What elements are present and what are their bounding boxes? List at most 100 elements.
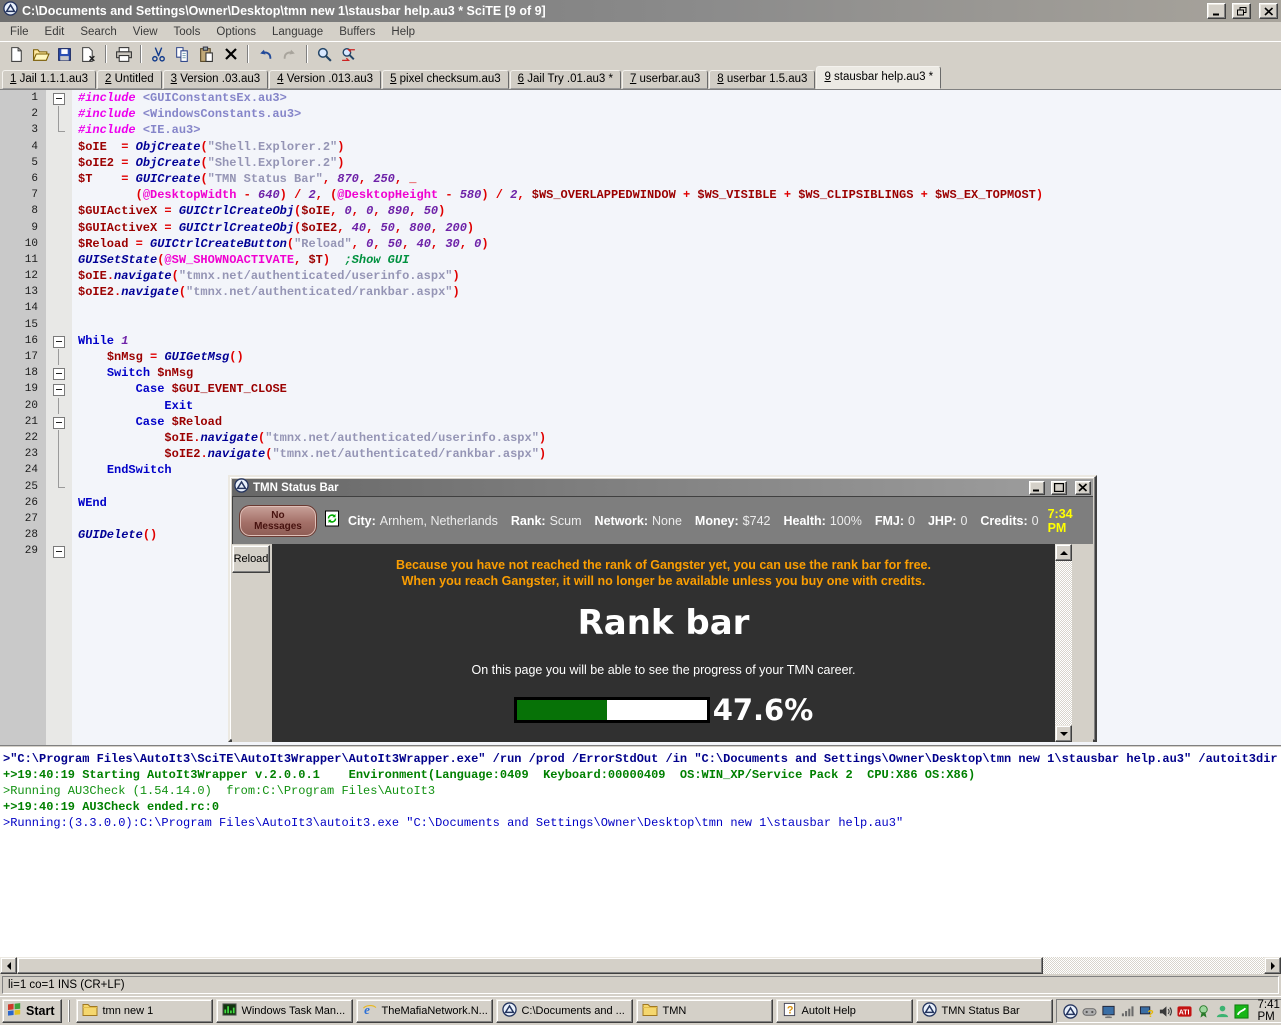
close-file-icon[interactable]	[77, 43, 100, 65]
tab-6[interactable]: 6 Jail Try .01.au3 *	[510, 70, 621, 89]
tab-4[interactable]: 4 Version .013.au3	[269, 70, 381, 89]
fold-toggle[interactable]	[46, 365, 72, 381]
menu-language[interactable]: Language	[264, 24, 331, 40]
user-tray-icon[interactable]	[1215, 1004, 1230, 1019]
certificate-tray-icon[interactable]	[1196, 1004, 1211, 1019]
output-pane[interactable]: >"C:\Program Files\AutoIt3\SciTE\AutoIt3…	[0, 748, 1281, 957]
open-file-icon[interactable]	[29, 43, 52, 65]
line-number: 2	[0, 106, 46, 122]
copy-icon[interactable]	[171, 43, 194, 65]
code-line: 2 #include <WindowsConstants.au3>	[0, 106, 1281, 122]
fold-toggle[interactable]	[46, 414, 72, 430]
fold-toggle[interactable]	[46, 381, 72, 397]
scroll-left-button[interactable]	[0, 957, 17, 974]
taskbar-grip[interactable]	[68, 1000, 70, 1022]
task-button-tmn-new-1[interactable]: tmn new 1	[76, 999, 213, 1023]
restore-button[interactable]	[1232, 3, 1251, 19]
save-file-icon[interactable]	[53, 43, 76, 65]
toolbar	[0, 41, 1281, 66]
scroll-up-button[interactable]	[1055, 544, 1072, 561]
task-button-autoit-help[interactable]: ?AutoIt Help	[776, 999, 913, 1023]
close-button[interactable]	[1259, 3, 1278, 19]
cut-icon[interactable]	[147, 43, 170, 65]
tab-8[interactable]: 8 userbar 1.5.au3	[709, 70, 815, 89]
menu-tools[interactable]: Tools	[166, 24, 209, 40]
output-line: +>19:40:19 Starting AutoIt3Wrapper v.2.0…	[3, 767, 1278, 783]
windows-flag-icon	[7, 1002, 22, 1020]
refresh-page-icon[interactable]	[325, 510, 339, 532]
line-number: 20	[0, 398, 46, 414]
fold-margin	[46, 398, 72, 414]
caret-position-status: li=1 co=1 INS (CR+LF)	[2, 976, 1279, 994]
network-warning-tray-icon[interactable]: ?	[1139, 1004, 1154, 1019]
gamepad-tray-icon[interactable]	[1082, 1004, 1097, 1019]
tab-5[interactable]: 5 pixel checksum.au3	[382, 70, 509, 89]
tab-7[interactable]: 7 userbar.au3	[622, 70, 708, 89]
scroll-down-button[interactable]	[1055, 725, 1072, 742]
code-line: 8$GUIActiveX = GUICtrlCreateObj($oIE, 0,…	[0, 203, 1281, 219]
fold-toggle[interactable]	[46, 90, 72, 106]
task-button-tmn-status-bar[interactable]: TMN Status Bar	[916, 999, 1053, 1023]
menu-options[interactable]: Options	[208, 24, 264, 40]
toolbar-separator	[306, 45, 308, 63]
new-file-icon[interactable]	[5, 43, 28, 65]
no-messages-button[interactable]: No Messages	[240, 506, 316, 536]
menu-edit[interactable]: Edit	[37, 24, 73, 40]
find-icon[interactable]	[313, 43, 336, 65]
scrollbar-track[interactable]	[1055, 561, 1072, 725]
tab-9[interactable]: 9 stausbar help.au3 *	[816, 66, 941, 89]
ati-tray-icon[interactable]: ATI	[1177, 1004, 1192, 1019]
menu-search[interactable]: Search	[72, 24, 124, 40]
tab-2[interactable]: 2 Untitled	[97, 70, 162, 89]
scrollbar-track[interactable]	[1043, 957, 1264, 974]
menu-view[interactable]: View	[125, 24, 166, 40]
line-number: 29	[0, 543, 46, 559]
scrollbar-thumb[interactable]	[17, 957, 1043, 974]
horizontal-scrollbar[interactable]	[0, 957, 1281, 974]
line-number: 14	[0, 300, 46, 316]
minimize-button[interactable]	[1207, 3, 1226, 19]
reload-button[interactable]: Reload	[232, 545, 270, 573]
code-line: 18 Switch $nMsg	[0, 365, 1281, 381]
task-button-windows-task-man-[interactable]: Windows Task Man...	[216, 999, 353, 1023]
task-button-tmn[interactable]: TMN	[636, 999, 773, 1023]
tab-3[interactable]: 3 Version .03.au3	[163, 70, 269, 89]
code-text: #include <WindowsConstants.au3>	[72, 106, 301, 122]
stat-health: Health:100%	[783, 514, 861, 528]
fold-toggle[interactable]	[46, 333, 72, 349]
rankbar-browser-view: Because you have not reached the rank of…	[272, 544, 1072, 742]
volume-tray-icon[interactable]	[1158, 1004, 1173, 1019]
fold-toggle[interactable]	[46, 543, 72, 559]
task-button-themafianetwork-n-[interactable]: eTheMafiaNetwork.N...	[356, 999, 493, 1023]
line-number: 22	[0, 430, 46, 446]
tab-1[interactable]: 1 Jail 1.1.1.au3	[2, 70, 96, 89]
menu-help[interactable]: Help	[383, 24, 423, 40]
signal-tray-icon[interactable]	[1120, 1004, 1135, 1019]
autoit-icon	[234, 478, 249, 498]
rankbar-vertical-scrollbar[interactable]	[1055, 544, 1072, 742]
menu-buffers[interactable]: Buffers	[331, 24, 383, 40]
wireless-tray-icon[interactable]	[1234, 1004, 1249, 1019]
task-button-c-documents-and-[interactable]: C:\Documents and ...	[496, 999, 633, 1023]
start-button[interactable]: Start	[2, 999, 62, 1023]
line-number: 5	[0, 155, 46, 171]
tmn-close-button[interactable]	[1075, 481, 1091, 495]
scroll-right-button[interactable]	[1264, 957, 1281, 974]
delete-icon[interactable]	[219, 43, 242, 65]
tmn-stats-row: City:Arnhem, NetherlandsRank:ScumNetwork…	[348, 514, 1039, 528]
tmn-minimize-button[interactable]	[1029, 481, 1045, 495]
paste-icon[interactable]	[195, 43, 218, 65]
replace-icon[interactable]	[337, 43, 360, 65]
tmn-right-filler	[1072, 544, 1093, 742]
autoit-tray-icon[interactable]	[1063, 1004, 1078, 1019]
undo-icon[interactable]	[254, 43, 277, 65]
redo-icon[interactable]	[278, 43, 301, 65]
tmn-titlebar[interactable]: TMN Status Bar	[232, 479, 1093, 496]
print-icon[interactable]	[112, 43, 135, 65]
code-line: 20 Exit	[0, 398, 1281, 414]
code-text: $GUIActiveX = GUICtrlCreateObj($oIE, 0, …	[72, 203, 445, 219]
code-line: 15	[0, 317, 1281, 333]
tmn-maximize-button[interactable]	[1051, 481, 1067, 495]
display-tray-icon[interactable]	[1101, 1004, 1116, 1019]
menu-file[interactable]: File	[2, 24, 37, 40]
